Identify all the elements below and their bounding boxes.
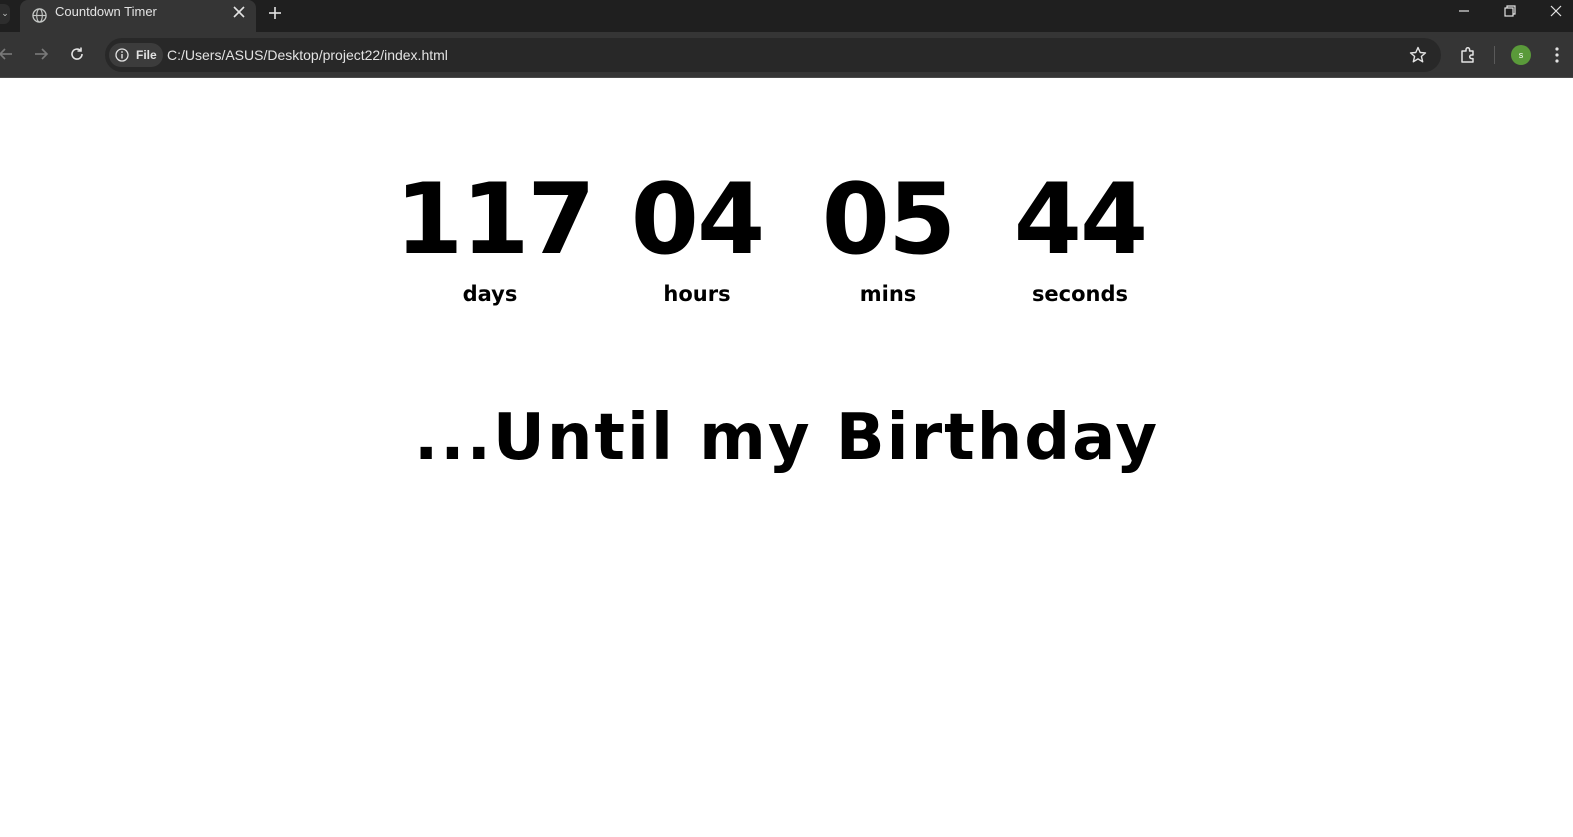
reload-icon[interactable] [69, 46, 85, 62]
restore-icon[interactable] [1503, 4, 1517, 18]
mins-value: 05 [821, 163, 956, 277]
hours-label: hours [663, 282, 731, 306]
new-tab-plus-icon[interactable] [265, 3, 285, 23]
extensions-puzzle-icon[interactable] [1458, 45, 1478, 65]
site-chip-label: File [136, 48, 157, 62]
browser-tab-active[interactable]: Countdown Timer [20, 0, 256, 32]
countdown-days: 117 days [395, 163, 596, 306]
countdown-hours: 04 hours [602, 170, 792, 306]
browser-toolbar: File C:/Users/ASUS/Desktop/project22/ind… [0, 32, 1573, 78]
minimize-icon[interactable] [1457, 4, 1471, 18]
page-heading: ...Until my Birthday [413, 401, 1160, 475]
tab-title: Countdown Timer [55, 4, 157, 19]
kebab-menu-icon[interactable] [1547, 45, 1567, 65]
countdown-timer: 117 days 04 hours 05 mins 44 seconds [395, 170, 1175, 320]
countdown-mins: 05 mins [793, 170, 983, 306]
close-window-icon[interactable] [1549, 4, 1563, 18]
days-value: 117 [395, 163, 596, 277]
chevron-down-icon: ⌄ [1, 9, 9, 19]
profile-initial: s [1518, 50, 1524, 60]
info-icon [115, 48, 129, 62]
mins-label: mins [859, 282, 917, 306]
site-info-chip[interactable]: File [109, 43, 163, 67]
days-label: days [462, 282, 518, 306]
seconds-label: seconds [1031, 282, 1129, 306]
back-arrow-icon[interactable] [0, 46, 14, 62]
hours-value: 04 [630, 163, 765, 277]
countdown-seconds: 44 seconds [985, 170, 1175, 306]
toolbar-divider [1494, 46, 1495, 64]
profile-avatar[interactable]: s [1511, 45, 1531, 65]
seconds-value: 44 [1013, 163, 1148, 277]
browser-tab-strip: ⌄ Countdown Timer [0, 0, 1573, 32]
bookmark-star-icon[interactable] [1409, 46, 1427, 64]
url-text[interactable]: C:/Users/ASUS/Desktop/project22/index.ht… [167, 38, 448, 72]
forward-arrow-icon[interactable] [33, 46, 49, 62]
address-bar[interactable]: File C:/Users/ASUS/Desktop/project22/ind… [105, 38, 1441, 72]
globe-icon [32, 8, 47, 23]
close-tab-icon[interactable] [232, 5, 246, 19]
tab-search-button[interactable]: ⌄ [0, 4, 10, 24]
